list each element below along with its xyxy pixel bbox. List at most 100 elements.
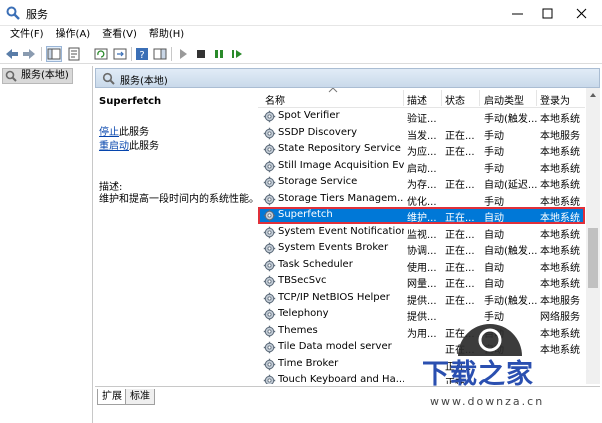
table-row[interactable]: System Events Broker 协调... 正在... 自动(触发... 本地… — [258, 240, 585, 257]
service-gear-icon — [263, 193, 276, 205]
pane-header: 服务(本地) — [95, 68, 600, 88]
service-name-cell: Storage Tiers Managem... — [278, 192, 404, 204]
column-name[interactable]: 名称 — [265, 92, 285, 107]
service-gear-icon — [263, 374, 276, 384]
tree-node-services-local[interactable]: 服务(本地) — [2, 68, 73, 84]
service-status-cell: 正在... — [445, 295, 475, 307]
service-name-cell: SSDP Discovery — [278, 126, 358, 138]
show-hide-button[interactable] — [152, 46, 168, 62]
properties-icon — [68, 47, 80, 61]
service-description-cell: 为存... — [407, 180, 437, 191]
service-startup-cell: 手动 — [484, 130, 504, 142]
menu-action[interactable]: 操作(A) — [50, 26, 97, 44]
service-gear-icon — [263, 341, 276, 354]
service-startup-cell: 自动 — [484, 279, 504, 290]
service-gear-icon — [263, 292, 276, 304]
service-description-cell: 网量... — [407, 279, 437, 290]
watermark: 下载之家 www.downza.cn — [400, 310, 600, 423]
help-icon: ? — [136, 48, 148, 61]
service-gear-icon — [263, 308, 276, 321]
service-name-cell: Task Scheduler — [278, 258, 353, 270]
service-startup-cell: 自动 — [484, 213, 504, 224]
table-row[interactable]: TBSecSvc 网量... 正在... 自动 本地系统 — [258, 273, 585, 290]
table-row[interactable]: TCP/IP NetBIOS Helper 提供... 正在... 手动(触发... 本… — [258, 290, 585, 307]
service-gear-icon — [263, 160, 276, 172]
service-startup-cell: 自动 — [484, 262, 504, 274]
service-gear-icon — [263, 259, 276, 271]
close-button[interactable] — [564, 0, 598, 26]
table-row[interactable]: Task Scheduler 使用... 正在... 自动 本地系统 — [258, 257, 585, 274]
menu-file[interactable]: 文件(F) — [4, 26, 50, 44]
table-row[interactable]: Spot Verifier 验证... 手动(触发... 本地系统 — [258, 108, 585, 125]
service-logon-cell: 本地系统 — [540, 180, 580, 191]
tab-standard[interactable]: 标准 — [125, 389, 155, 405]
column-description[interactable]: 描述 — [407, 92, 427, 107]
sort-ascending-icon — [328, 88, 338, 93]
back-arrow-icon — [6, 49, 18, 59]
service-startup-cell: 手动(触发... — [484, 114, 538, 125]
scrollbar-thumb[interactable] — [588, 228, 598, 288]
table-row[interactable]: SSDP Discovery 当发... 正在... 手动 本地服务 — [258, 125, 585, 142]
table-row[interactable]: Still Image Acquisition Ev... 启动... 手动 本地系统 — [258, 158, 585, 175]
service-logon-cell: 本地服务 — [540, 295, 580, 307]
column-status[interactable]: 状态 — [445, 92, 465, 107]
service-logon-cell: 本地系统 — [540, 279, 580, 290]
menu-help[interactable]: 帮助(H) — [143, 26, 190, 44]
column-startup-type[interactable]: 启动类型 — [484, 92, 524, 107]
service-name-cell: Superfetch — [278, 209, 333, 220]
minimize-button[interactable] — [500, 0, 534, 26]
menu-view[interactable]: 查看(V) — [96, 26, 143, 44]
service-status-cell: 正在... — [445, 279, 475, 290]
start-service-button[interactable] — [175, 46, 191, 62]
minimize-icon — [511, 13, 523, 14]
service-name-cell: TBSecSvc — [278, 275, 327, 286]
restart-service-button[interactable] — [229, 46, 245, 62]
toolbar: ? — [0, 44, 602, 64]
service-logon-cell: 本地系统 — [540, 196, 580, 208]
table-row[interactable]: Superfetch 维护... 正在... 自动 本地系统 — [258, 207, 585, 224]
restart-action: 重启动此服务 — [99, 137, 159, 152]
export-icon — [113, 48, 127, 60]
tab-extended[interactable]: 扩展 — [97, 389, 127, 405]
scroll-up-icon[interactable] — [588, 90, 598, 100]
table-row[interactable]: System Event Notification... 监视... 正在... 自动… — [258, 224, 585, 241]
service-gear-icon — [263, 176, 276, 189]
service-status-cell: 正在... — [445, 147, 475, 158]
export-button[interactable] — [112, 46, 128, 62]
stop-service-button[interactable] — [193, 46, 209, 62]
pause-service-button[interactable] — [211, 46, 227, 62]
properties-button[interactable] — [66, 46, 82, 62]
service-logon-cell: 本地系统 — [540, 163, 580, 175]
service-logon-cell: 本地系统 — [540, 262, 580, 274]
title-bar: 服务 — [0, 0, 602, 26]
service-description-cell: 优化... — [407, 196, 437, 208]
service-status-cell: 正在... — [445, 180, 475, 191]
service-name-cell: Time Broker — [278, 357, 339, 369]
service-startup-cell: 自动 — [484, 229, 504, 241]
service-gear-icon — [263, 358, 276, 370]
table-row[interactable]: Storage Tiers Managem... 优化... 手动 本地系统 — [258, 191, 585, 208]
back-button[interactable] — [4, 46, 20, 62]
refresh-button[interactable] — [93, 46, 109, 62]
service-name-cell: System Events Broker — [278, 242, 389, 253]
restart-service-link[interactable]: 重启动 — [99, 141, 129, 152]
services-icon — [102, 72, 115, 85]
stop-icon — [197, 50, 205, 58]
service-name-cell: Telephony — [278, 308, 329, 319]
maximize-button[interactable] — [530, 0, 564, 26]
service-startup-cell: 手动 — [484, 147, 504, 158]
console-tree-button[interactable] — [46, 46, 62, 62]
watermark-brand: 下载之家 — [422, 359, 534, 390]
service-name-cell: Tile Data model server — [278, 341, 392, 352]
close-icon — [576, 8, 586, 18]
service-logon-cell: 本地系统 — [540, 246, 580, 257]
service-logon-cell: 本地系统 — [540, 147, 580, 158]
help-button[interactable]: ? — [134, 46, 150, 62]
service-description-cell: 当发... — [407, 130, 437, 142]
table-row[interactable]: State Repository Service 为应... 正在... 手动 本地系统 — [258, 141, 585, 158]
table-row[interactable]: Storage Service 为存... 正在... 自动(延迟... 本地系统 — [258, 174, 585, 191]
column-log-on-as[interactable]: 登录为 — [540, 92, 570, 107]
forward-button[interactable] — [21, 46, 37, 62]
service-status-cell: 正在... — [445, 229, 475, 241]
service-gear-icon — [263, 209, 276, 222]
